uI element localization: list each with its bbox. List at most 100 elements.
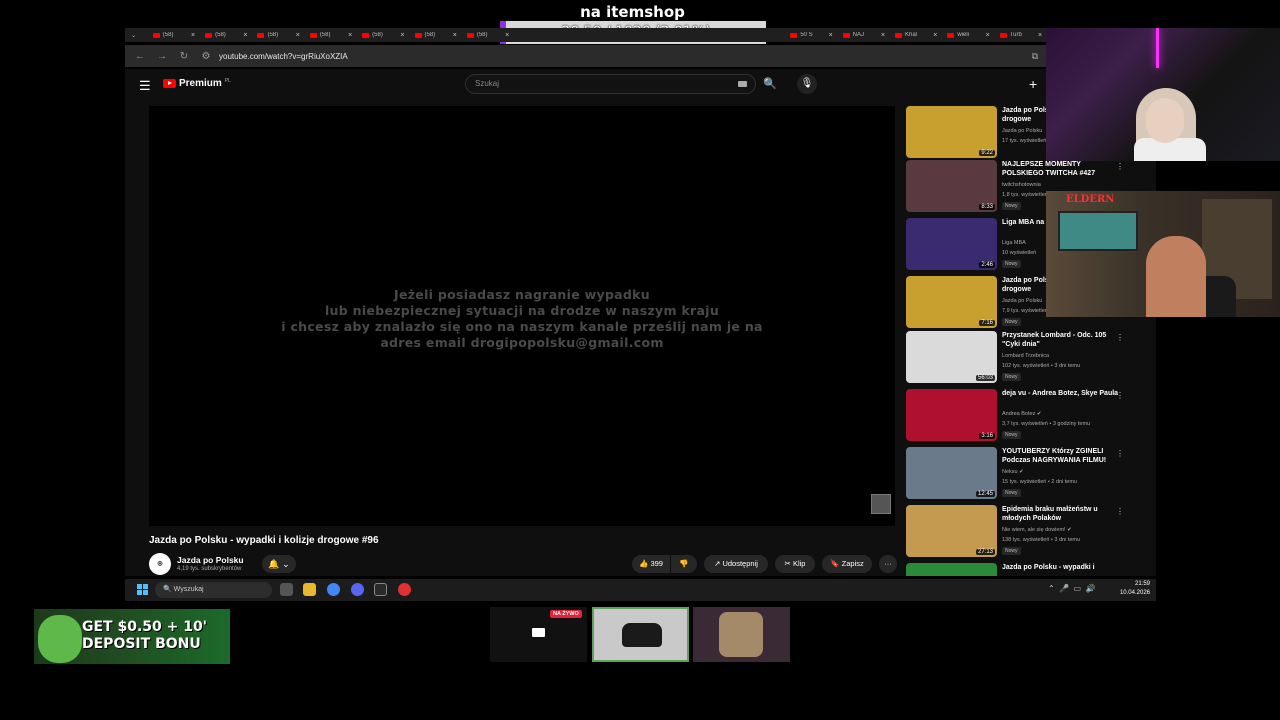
share-icon: ↗ — [714, 559, 721, 568]
menu-icon[interactable]: ☰ — [139, 78, 151, 94]
close-tab-icon[interactable]: × — [986, 32, 990, 39]
keyboard-icon[interactable] — [738, 81, 747, 87]
url-field[interactable]: youtube.com/watch?v=grRiuXoXZIA — [219, 52, 348, 61]
close-tab-icon[interactable]: × — [348, 32, 352, 39]
browser-tab[interactable]: (58) × — [147, 32, 199, 39]
recommendation-title[interactable]: NAJLEPSZE MOMENTY POLSKIEGO TWITCHA #427 — [1002, 160, 1122, 178]
channel-watermark[interactable] — [871, 494, 891, 514]
browser-tab[interactable]: 50 S × — [784, 32, 836, 39]
windows-start-icon[interactable] — [137, 584, 148, 595]
channel-name[interactable]: Jazda po Polsku — [177, 555, 244, 565]
more-options-icon[interactable]: ⋮ — [1116, 333, 1124, 342]
browser-tab[interactable]: NAJ × — [837, 32, 889, 39]
install-app-icon[interactable]: ⧉ — [1032, 51, 1038, 62]
recommendation-item[interactable]: Jazda po Polsku - wypadki i — [906, 563, 1146, 576]
close-tab-icon[interactable]: × — [400, 32, 404, 39]
recommendation-item[interactable]: 56:03 Przystanek Lombard - Odc. 105 "Cyk… — [906, 331, 1146, 383]
close-tab-icon[interactable]: × — [829, 32, 833, 39]
create-button[interactable]: + — [1029, 76, 1037, 92]
recommendation-item[interactable]: 3:16 deja vu - Andrea Botez, Skye Paula … — [906, 389, 1146, 441]
taskbar-search-input[interactable]: 🔍 Wyszukaj — [155, 582, 272, 598]
scene-thumbnail-face[interactable] — [693, 607, 790, 662]
notification-bell-button[interactable]: 🔔 ⌄ — [262, 555, 296, 573]
discord-icon[interactable] — [351, 583, 364, 596]
system-tray[interactable]: ⌃ 🎤 ▭ 🔊 — [1048, 584, 1096, 593]
browser-tab[interactable]: wieli × — [941, 32, 993, 39]
close-tab-icon[interactable]: × — [243, 32, 247, 39]
clip-button[interactable]: ✂ Klip — [775, 555, 815, 573]
video-thumbnail[interactable]: 8:33 — [906, 160, 997, 212]
recommendation-title[interactable]: YOUTUBERZY Którzy ZGINELI Podczas NAGRYW… — [1002, 447, 1122, 465]
close-tab-icon[interactable]: × — [1038, 32, 1042, 39]
search-input[interactable]: Szukaj — [465, 74, 756, 94]
site-info-icon[interactable]: ⚙ — [199, 51, 213, 62]
save-button[interactable]: 🔖 Zapisz — [822, 555, 872, 573]
scene-thumbnail-car[interactable] — [592, 607, 689, 662]
obs-icon[interactable] — [398, 583, 411, 596]
close-tab-icon[interactable]: × — [881, 32, 885, 39]
streamer-webcam-2: ELDERN — [1046, 191, 1280, 317]
youtube-premium-logo[interactable]: Premium PL — [163, 78, 231, 89]
close-tab-icon[interactable]: × — [505, 32, 509, 39]
more-actions-button[interactable]: ··· — [879, 555, 897, 573]
recommendation-title[interactable]: Epidemia braku małżeństw u młodych Polak… — [1002, 505, 1122, 523]
more-options-icon[interactable]: ⋮ — [1116, 162, 1124, 171]
thumbs-down-icon: 👎 — [679, 559, 689, 568]
browser-tab[interactable]: (58) × — [356, 32, 408, 39]
scissors-icon: ✂ — [784, 559, 791, 568]
video-player[interactable]: Jeżeli posiadasz nagranie wypadku lub ni… — [149, 106, 895, 526]
close-tab-icon[interactable]: × — [453, 32, 457, 39]
browser-tab[interactable]: (58) × — [199, 32, 251, 39]
like-button[interactable]: 👍 399 — [632, 555, 670, 573]
voice-search-button[interactable]: 🎙 — [797, 74, 817, 94]
recommendation-channel: Andrea Botez ✔ — [1002, 411, 1042, 417]
tab-list-chevron[interactable]: ⌄ — [125, 32, 147, 39]
file-explorer-icon[interactable] — [303, 583, 316, 596]
video-thumbnail[interactable]: 7:16 — [906, 276, 997, 328]
clock-time[interactable]: 21:59 — [1120, 581, 1150, 587]
video-thumbnail[interactable]: 2:46 — [906, 218, 997, 270]
youtube-icon — [999, 32, 1007, 38]
more-options-icon[interactable]: ⋮ — [1116, 507, 1124, 516]
video-thumbnail[interactable]: 56:03 — [906, 331, 997, 383]
close-tab-icon[interactable]: × — [191, 32, 195, 39]
app-icon[interactable] — [374, 583, 387, 596]
recommendation-title[interactable]: deja vu - Andrea Botez, Skye Paula — [1002, 389, 1122, 398]
recommendation-item[interactable]: 12:45 YOUTUBERZY Którzy ZGINELI Podczas … — [906, 447, 1146, 499]
video-thumbnail[interactable]: 9:22 — [906, 106, 997, 158]
recommendation-item[interactable]: 27:13 Epidemia braku małżeństw u młodych… — [906, 505, 1146, 557]
reload-icon[interactable]: ↻ — [177, 51, 191, 62]
youtube-icon — [362, 32, 370, 38]
video-thumbnail[interactable] — [906, 563, 997, 576]
browser-tab[interactable]: (58) × — [304, 32, 356, 39]
task-view-icon[interactable] — [280, 583, 293, 596]
search-button[interactable]: 🔍 — [758, 74, 782, 94]
youtube-icon — [842, 32, 850, 38]
search-icon: 🔍 — [763, 78, 777, 90]
dislike-button[interactable]: 👎 — [671, 555, 697, 573]
thumbs-up-icon: 👍 — [639, 559, 649, 568]
close-tab-icon[interactable]: × — [296, 32, 300, 39]
video-title: Jazda po Polsku - wypadki i kolizje drog… — [149, 535, 379, 546]
more-options-icon[interactable]: ⋮ — [1116, 449, 1124, 458]
browser-tab[interactable]: Turb × — [994, 32, 1046, 39]
close-tab-icon[interactable]: × — [933, 32, 937, 39]
share-button[interactable]: ↗ Udostępnij — [704, 555, 768, 573]
recommendation-title[interactable]: Przystanek Lombard - Odc. 105 "Cyki dnia… — [1002, 331, 1122, 349]
channel-avatar[interactable]: ◎ — [149, 553, 171, 575]
video-thumbnail[interactable]: 27:13 — [906, 505, 997, 557]
new-badge: Nowy — [1002, 318, 1021, 326]
video-thumbnail[interactable]: 12:45 — [906, 447, 997, 499]
clock-date[interactable]: 10.04.2026 — [1113, 590, 1150, 596]
forward-icon[interactable]: → — [155, 51, 169, 62]
browser-tab[interactable]: (58) × — [251, 32, 303, 39]
more-options-icon[interactable]: ⋮ — [1116, 391, 1124, 400]
browser-tab[interactable]: Khal × — [889, 32, 941, 39]
chrome-icon[interactable] — [327, 583, 340, 596]
back-icon[interactable]: ← — [133, 51, 147, 62]
browser-tab[interactable]: (58) × — [409, 32, 461, 39]
video-thumbnail[interactable]: 3:16 — [906, 389, 997, 441]
recommendation-title[interactable]: Jazda po Polsku - wypadki i — [1002, 563, 1122, 572]
recommendation-channel: Jazda po Polsku — [1002, 298, 1043, 304]
browser-tab[interactable]: (58) × — [461, 32, 513, 39]
